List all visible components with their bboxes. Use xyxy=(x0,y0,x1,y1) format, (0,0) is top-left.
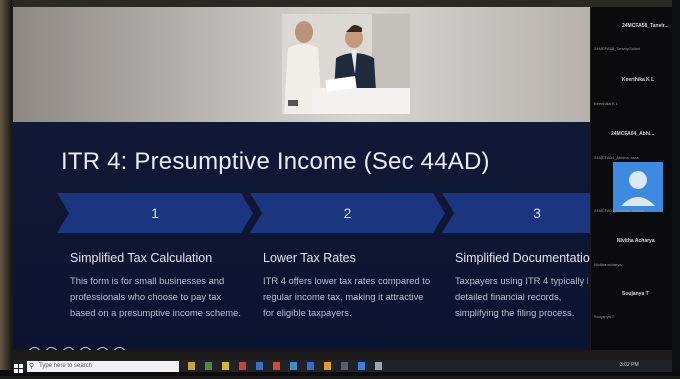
monitor-bezel-right xyxy=(672,0,680,376)
participant-3-name[interactable]: 24MCFA04_Abhi... xyxy=(611,131,654,137)
participant-2-name[interactable]: Keerthika K L xyxy=(622,77,654,83)
forward-icon[interactable]: › xyxy=(45,347,58,350)
edge-icon[interactable] xyxy=(239,362,246,370)
settings-icon[interactable] xyxy=(341,362,348,370)
presentation-slide: ITR 4: Presumptive Income (Sec 44AD) 1 2… xyxy=(13,7,590,350)
step-3-body-text: Taxpayers using ITR 4 typically less det… xyxy=(455,275,588,318)
zoom-icon[interactable]: ⚲ xyxy=(96,347,109,350)
slide-banner-photo xyxy=(13,7,590,122)
step-2-heading: Lower Tax Rates xyxy=(263,251,356,265)
store-icon[interactable] xyxy=(256,362,263,370)
participant-1-name[interactable]: 24MCFA58_Tanvir... xyxy=(622,23,669,29)
participant-1-label: 24MCFA58_TanvirpSoloni xyxy=(594,46,641,51)
step-3-chevron: 3 xyxy=(442,193,590,233)
participant-5-name[interactable]: Nivitha Acharya xyxy=(617,238,655,244)
user-icon xyxy=(621,171,655,206)
zoom-app-icon[interactable] xyxy=(307,362,314,370)
step-2-body: ITR 4 offers lower tax rates compared to… xyxy=(263,275,431,318)
step-2-chevron: 2 xyxy=(250,193,445,233)
file-explorer-icon[interactable] xyxy=(188,362,195,370)
back-icon[interactable]: ‹ xyxy=(28,347,41,350)
chrome-icon[interactable] xyxy=(205,362,212,370)
participant-6-name[interactable]: Soujanya T xyxy=(622,291,649,297)
monitor-bezel-left xyxy=(0,0,12,376)
windows-icon[interactable] xyxy=(14,361,24,373)
more-icon[interactable]: ⋯ xyxy=(113,347,126,350)
participant-6-label: Soujanya T xyxy=(594,314,615,319)
step-1-number: 1 xyxy=(151,205,159,221)
slide-title: ITR 4: Presumptive Income (Sec 44AD) xyxy=(61,148,490,175)
teams-icon[interactable] xyxy=(290,362,297,370)
step-3-body: Taxpayers using ITR 4 typically less det… xyxy=(455,273,588,321)
search-icon: ⚲ xyxy=(29,363,35,370)
business-meeting-photo xyxy=(281,13,411,115)
step-1-body: This form is for small businesses and pr… xyxy=(70,275,241,318)
step-1-chevron: 1 xyxy=(57,193,253,233)
participant-2-label: Keerthika K L xyxy=(594,101,619,106)
participant-avatar[interactable] xyxy=(613,162,663,212)
pen-icon[interactable]: ✎ xyxy=(62,347,75,350)
participant-5-label: Nivitha acharya xyxy=(594,262,622,267)
grid-icon[interactable]: ▦ xyxy=(79,347,92,350)
active-app-icon[interactable] xyxy=(358,362,365,370)
monitor-bezel-top xyxy=(0,0,680,7)
taskbar-clock[interactable]: 3:02 PM xyxy=(620,362,639,368)
participant-4-name: 24MCFA04_Abhina...sankar xyxy=(594,208,645,213)
app-icon-2[interactable] xyxy=(375,362,382,370)
step-2-number: 2 xyxy=(343,205,352,221)
mail-icon[interactable] xyxy=(273,362,280,370)
participant-3-label: 24MCFA04_Abhina..ssss xyxy=(594,155,639,160)
step-3-heading: Simplified Documentation xyxy=(455,251,590,265)
step-3-number: 3 xyxy=(533,205,541,221)
search-placeholder: Type here to search xyxy=(39,363,93,369)
taskbar-search-box[interactable]: ⚲ Type here to search xyxy=(27,361,179,372)
step-1-heading: Simplified Tax Calculation xyxy=(70,251,213,265)
app-icon[interactable] xyxy=(324,362,331,370)
folder-icon[interactable] xyxy=(222,362,229,370)
